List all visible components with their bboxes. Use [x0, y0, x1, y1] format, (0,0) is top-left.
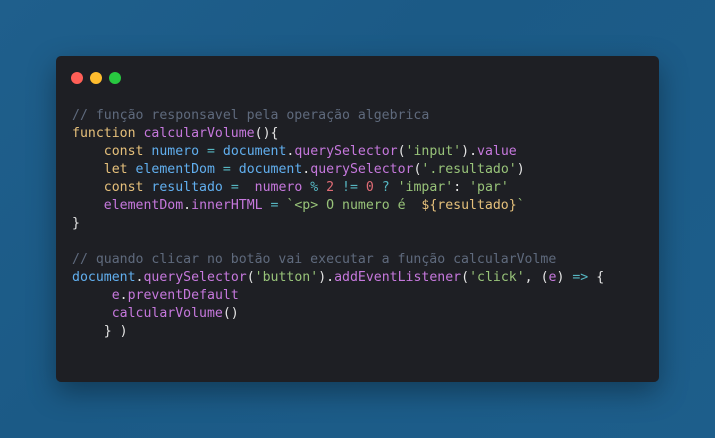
code-token: preventDefault — [127, 288, 239, 303]
code-token: ${resultado} — [421, 198, 517, 213]
code-token: ) — [461, 144, 470, 159]
code-token: 'par' — [469, 180, 509, 195]
code-token: % — [310, 180, 327, 195]
code-token: numero — [151, 144, 207, 159]
code-line: document.querySelector('button').addEven… — [72, 269, 649, 287]
code-token: // função responsavel pela operação alge… — [72, 108, 430, 123]
code-token: // quando clicar no botão vai executar a… — [72, 252, 557, 267]
code-token: 'impar' — [397, 180, 454, 195]
code-token: 'input' — [405, 144, 462, 159]
code-token: != — [342, 180, 366, 195]
code-line: const numero = document. querySelector('i… — [72, 143, 649, 161]
code-token: = — [270, 198, 287, 213]
code-token: = — [230, 180, 255, 195]
code-token: 2 — [326, 180, 342, 195]
code-line: e.preventDefault — [72, 287, 649, 305]
code-token: value — [477, 144, 517, 159]
code-token: = — [222, 162, 239, 177]
code-token: . — [326, 270, 335, 285]
code-token: calcularVolume — [111, 306, 223, 321]
code-token: ) — [516, 162, 525, 177]
code-token: calcularVolume — [143, 126, 255, 141]
code-token: => — [572, 270, 597, 285]
code-token: resultado — [151, 180, 231, 195]
code-line: } ) — [72, 323, 649, 341]
code-line: // quando clicar no botão vai executar a… — [72, 251, 649, 269]
code-token: : — [453, 180, 470, 195]
code-window: // função responsavel pela operação alge… — [56, 56, 659, 382]
code-token: querySelector — [310, 162, 414, 177]
code-token: const — [103, 180, 152, 195]
minimize-window-icon[interactable] — [90, 72, 102, 84]
code-line: function calcularVolume(){ — [72, 125, 649, 143]
code-token: ? — [381, 180, 398, 195]
code-token: . — [119, 288, 128, 303]
code-line: calcularVolume() — [72, 305, 649, 323]
code-line: elementDom.innerHTML = `<p> O numero é $… — [72, 197, 649, 215]
code-token: . — [183, 198, 192, 213]
code-token: { — [596, 270, 605, 285]
code-token: ) — [556, 270, 573, 285]
code-token: } ) — [103, 324, 128, 339]
code-token: } — [72, 216, 80, 231]
code-line: // função responsavel pela operação alge… — [72, 107, 649, 125]
code-token: 'button' — [254, 270, 319, 285]
code-token: ) — [318, 270, 327, 285]
code-token: function — [72, 126, 144, 141]
code-token: elementDom — [135, 162, 223, 177]
code-token: ` — [516, 198, 525, 213]
close-window-icon[interactable] — [71, 72, 83, 84]
code-token: querySelector — [294, 144, 398, 159]
code-line: } — [72, 215, 649, 233]
code-token: ( — [246, 270, 255, 285]
code-token: ( — [397, 144, 406, 159]
code-token: e — [111, 288, 120, 303]
code-token: ( — [461, 270, 470, 285]
code-token: () — [222, 306, 239, 321]
code-token: 'click' — [469, 270, 525, 285]
code-token: querySelector — [143, 270, 247, 285]
code-line: const resultado = numero % 2 != 0 ? 'imp… — [72, 179, 649, 197]
code-line: let elementDom = document.querySelector(… — [72, 161, 649, 179]
code-token: document — [72, 270, 136, 285]
maximize-window-icon[interactable] — [109, 72, 121, 84]
code-token: . — [469, 144, 478, 159]
code-token: 0 — [365, 180, 382, 195]
code-token: innerHTML — [191, 198, 271, 213]
code-token: , — [524, 270, 541, 285]
code-token: (){ — [254, 126, 279, 141]
code-token: '.resultado' — [421, 162, 517, 177]
window-controls — [71, 72, 121, 84]
code-token: const — [103, 144, 152, 159]
code-token: document — [238, 162, 303, 177]
code-token: ( — [540, 270, 549, 285]
code-token: `<p> O numero é — [286, 198, 422, 213]
code-token: let — [103, 162, 136, 177]
code-token: elementDom — [103, 198, 184, 213]
code-token: addEventListener — [334, 270, 462, 285]
code-token: = — [206, 144, 223, 159]
code-token: numero — [254, 180, 311, 195]
code-token: document — [222, 144, 287, 159]
code-block: // função responsavel pela operação alge… — [72, 107, 649, 341]
